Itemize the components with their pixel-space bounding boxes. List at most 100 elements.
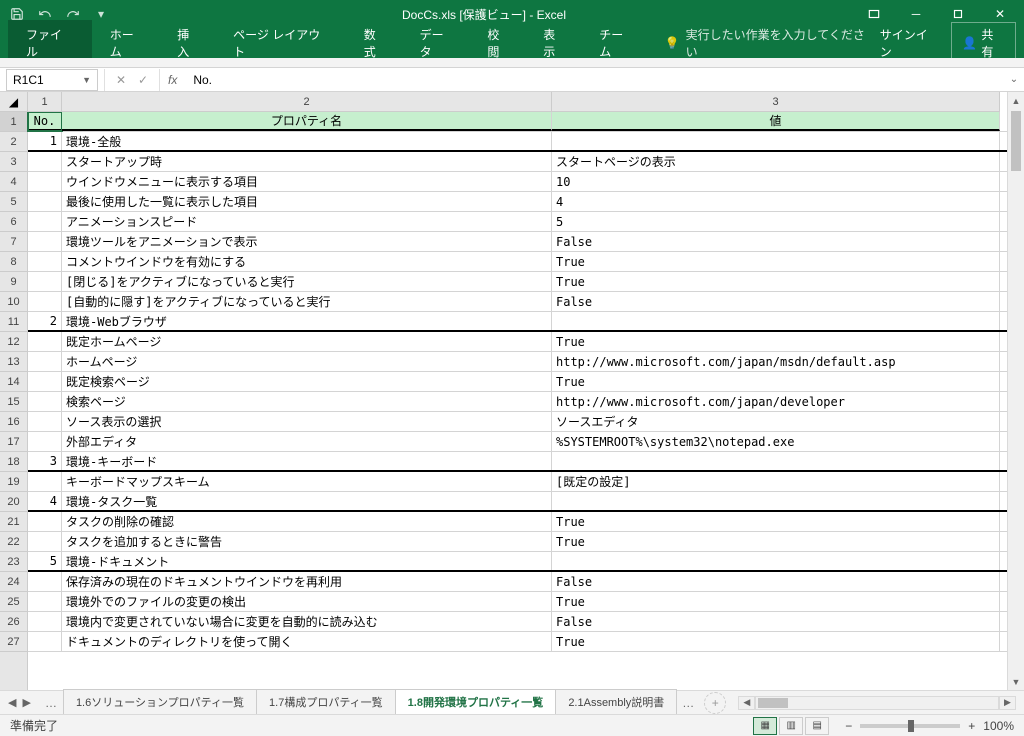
qat-customize-icon[interactable]: ▾: [88, 2, 114, 26]
scroll-right-icon[interactable]: ▶: [999, 696, 1016, 710]
cell[interactable]: 最後に使用した一覧に表示した項目: [62, 192, 552, 211]
cell[interactable]: [28, 232, 62, 251]
cell[interactable]: [28, 512, 62, 531]
cell[interactable]: [28, 172, 62, 191]
row-header-3[interactable]: 3: [0, 152, 27, 172]
cell[interactable]: [28, 572, 62, 591]
cell[interactable]: タスクの削除の確認: [62, 512, 552, 531]
sheet-ellipsis-left[interactable]: …: [39, 696, 63, 710]
zoom-level[interactable]: 100%: [983, 719, 1014, 733]
sheet-nav-prev-icon[interactable]: ◀: [8, 696, 16, 709]
formula-input[interactable]: [185, 73, 1004, 87]
cell[interactable]: http://www.microsoft.com/japan/developer: [552, 392, 1000, 411]
cell[interactable]: [28, 392, 62, 411]
cancel-formula-button[interactable]: ✕: [111, 70, 131, 90]
cell[interactable]: 環境外でのファイルの変更の検出: [62, 592, 552, 611]
col-header-1[interactable]: 1: [28, 92, 62, 111]
cell[interactable]: ソース表示の選択: [62, 412, 552, 431]
cell[interactable]: [552, 492, 1000, 510]
row-header-27[interactable]: 27: [0, 632, 27, 652]
cell[interactable]: 環境ツールをアニメーションで表示: [62, 232, 552, 251]
cell[interactable]: アニメーションスピード: [62, 212, 552, 231]
cell[interactable]: ドキュメントのディレクトリを使って開く: [62, 632, 552, 651]
expand-formula-bar-icon[interactable]: ⌄: [1004, 74, 1024, 85]
row-header-25[interactable]: 25: [0, 592, 27, 612]
cell[interactable]: 5: [28, 552, 62, 570]
cell[interactable]: [28, 332, 62, 351]
cell[interactable]: ホームページ: [62, 352, 552, 371]
cell[interactable]: [552, 312, 1000, 330]
cells-area[interactable]: No. プロパティ名 値 1環境-全般スタートアップ時スタートページの表示ウイン…: [28, 112, 1007, 690]
undo-button[interactable]: [32, 2, 58, 26]
cell[interactable]: 2: [28, 312, 62, 330]
cell[interactable]: 環境内で変更されていない場合に変更を自動的に読み込む: [62, 612, 552, 631]
row-header-19[interactable]: 19: [0, 472, 27, 492]
cell[interactable]: 外部エディタ: [62, 432, 552, 451]
row-header-20[interactable]: 20: [0, 492, 27, 512]
vscroll-thumb[interactable]: [1011, 111, 1021, 171]
scroll-up-icon[interactable]: ▲: [1008, 92, 1024, 109]
cell[interactable]: キーボードマップスキーム: [62, 472, 552, 491]
sheet-tab[interactable]: 2.1Assembly説明書: [555, 689, 677, 716]
row-header-11[interactable]: 11: [0, 312, 27, 332]
cell[interactable]: [552, 552, 1000, 570]
cell[interactable]: [閉じる]をアクティブになっていると実行: [62, 272, 552, 291]
row-header-22[interactable]: 22: [0, 532, 27, 552]
cell[interactable]: [28, 272, 62, 291]
row-header-12[interactable]: 12: [0, 332, 27, 352]
cell[interactable]: True: [552, 532, 1000, 551]
cell[interactable]: True: [552, 332, 1000, 351]
cell[interactable]: 3: [28, 452, 62, 470]
cell[interactable]: タスクを追加するときに警告: [62, 532, 552, 551]
cell[interactable]: 環境-タスク一覧: [62, 492, 552, 510]
cell[interactable]: False: [552, 572, 1000, 591]
cell[interactable]: 4: [28, 492, 62, 510]
normal-view-button[interactable]: ▦: [753, 717, 777, 735]
sheet-nav-next-icon[interactable]: ▶: [22, 696, 30, 709]
cell[interactable]: 保存済みの現在のドキュメントウインドウを再利用: [62, 572, 552, 591]
row-header-2[interactable]: 2: [0, 132, 27, 152]
scroll-down-icon[interactable]: ▼: [1008, 673, 1024, 690]
cell[interactable]: スタートアップ時: [62, 152, 552, 171]
cell[interactable]: [552, 132, 1000, 150]
cell[interactable]: [28, 192, 62, 211]
cell[interactable]: [28, 432, 62, 451]
add-sheet-button[interactable]: +: [704, 692, 726, 714]
page-break-view-button[interactable]: ▤: [805, 717, 829, 735]
cell[interactable]: ウインドウメニューに表示する項目: [62, 172, 552, 191]
cell[interactable]: [28, 292, 62, 311]
row-header-1[interactable]: 1: [0, 112, 27, 132]
cell[interactable]: False: [552, 292, 1000, 311]
row-header-16[interactable]: 16: [0, 412, 27, 432]
col-header-3[interactable]: 3: [552, 92, 1000, 111]
cell[interactable]: 環境-ドキュメント: [62, 552, 552, 570]
cell[interactable]: 5: [552, 212, 1000, 231]
scroll-left-icon[interactable]: ◀: [738, 696, 755, 710]
row-header-13[interactable]: 13: [0, 352, 27, 372]
page-layout-view-button[interactable]: ▥: [779, 717, 803, 735]
col-header-2[interactable]: 2: [62, 92, 552, 111]
cell[interactable]: False: [552, 232, 1000, 251]
cell[interactable]: True: [552, 632, 1000, 651]
row-header-5[interactable]: 5: [0, 192, 27, 212]
cell[interactable]: True: [552, 272, 1000, 291]
row-header-24[interactable]: 24: [0, 572, 27, 592]
cell[interactable]: True: [552, 372, 1000, 391]
cell[interactable]: 環境-全般: [62, 132, 552, 150]
row-header-18[interactable]: 18: [0, 452, 27, 472]
vertical-scrollbar[interactable]: ▲ ▼: [1007, 92, 1024, 690]
hscroll-thumb[interactable]: [758, 698, 788, 708]
cell[interactable]: False: [552, 612, 1000, 631]
sheet-tab[interactable]: 1.6ソリューションプロパティ一覧: [63, 689, 257, 716]
cell[interactable]: [自動的に隠す]をアクティブになっていると実行: [62, 292, 552, 311]
header-value[interactable]: 値: [552, 112, 1000, 131]
cell[interactable]: [28, 632, 62, 651]
row-header-9[interactable]: 9: [0, 272, 27, 292]
name-box-dropdown-icon[interactable]: ▼: [82, 75, 91, 85]
cell[interactable]: コメントウインドウを有効にする: [62, 252, 552, 271]
enter-formula-button[interactable]: ✓: [133, 70, 153, 90]
row-header-6[interactable]: 6: [0, 212, 27, 232]
cell[interactable]: [28, 372, 62, 391]
zoom-out-button[interactable]: −: [845, 719, 852, 733]
select-all-corner[interactable]: ◢: [0, 92, 28, 112]
